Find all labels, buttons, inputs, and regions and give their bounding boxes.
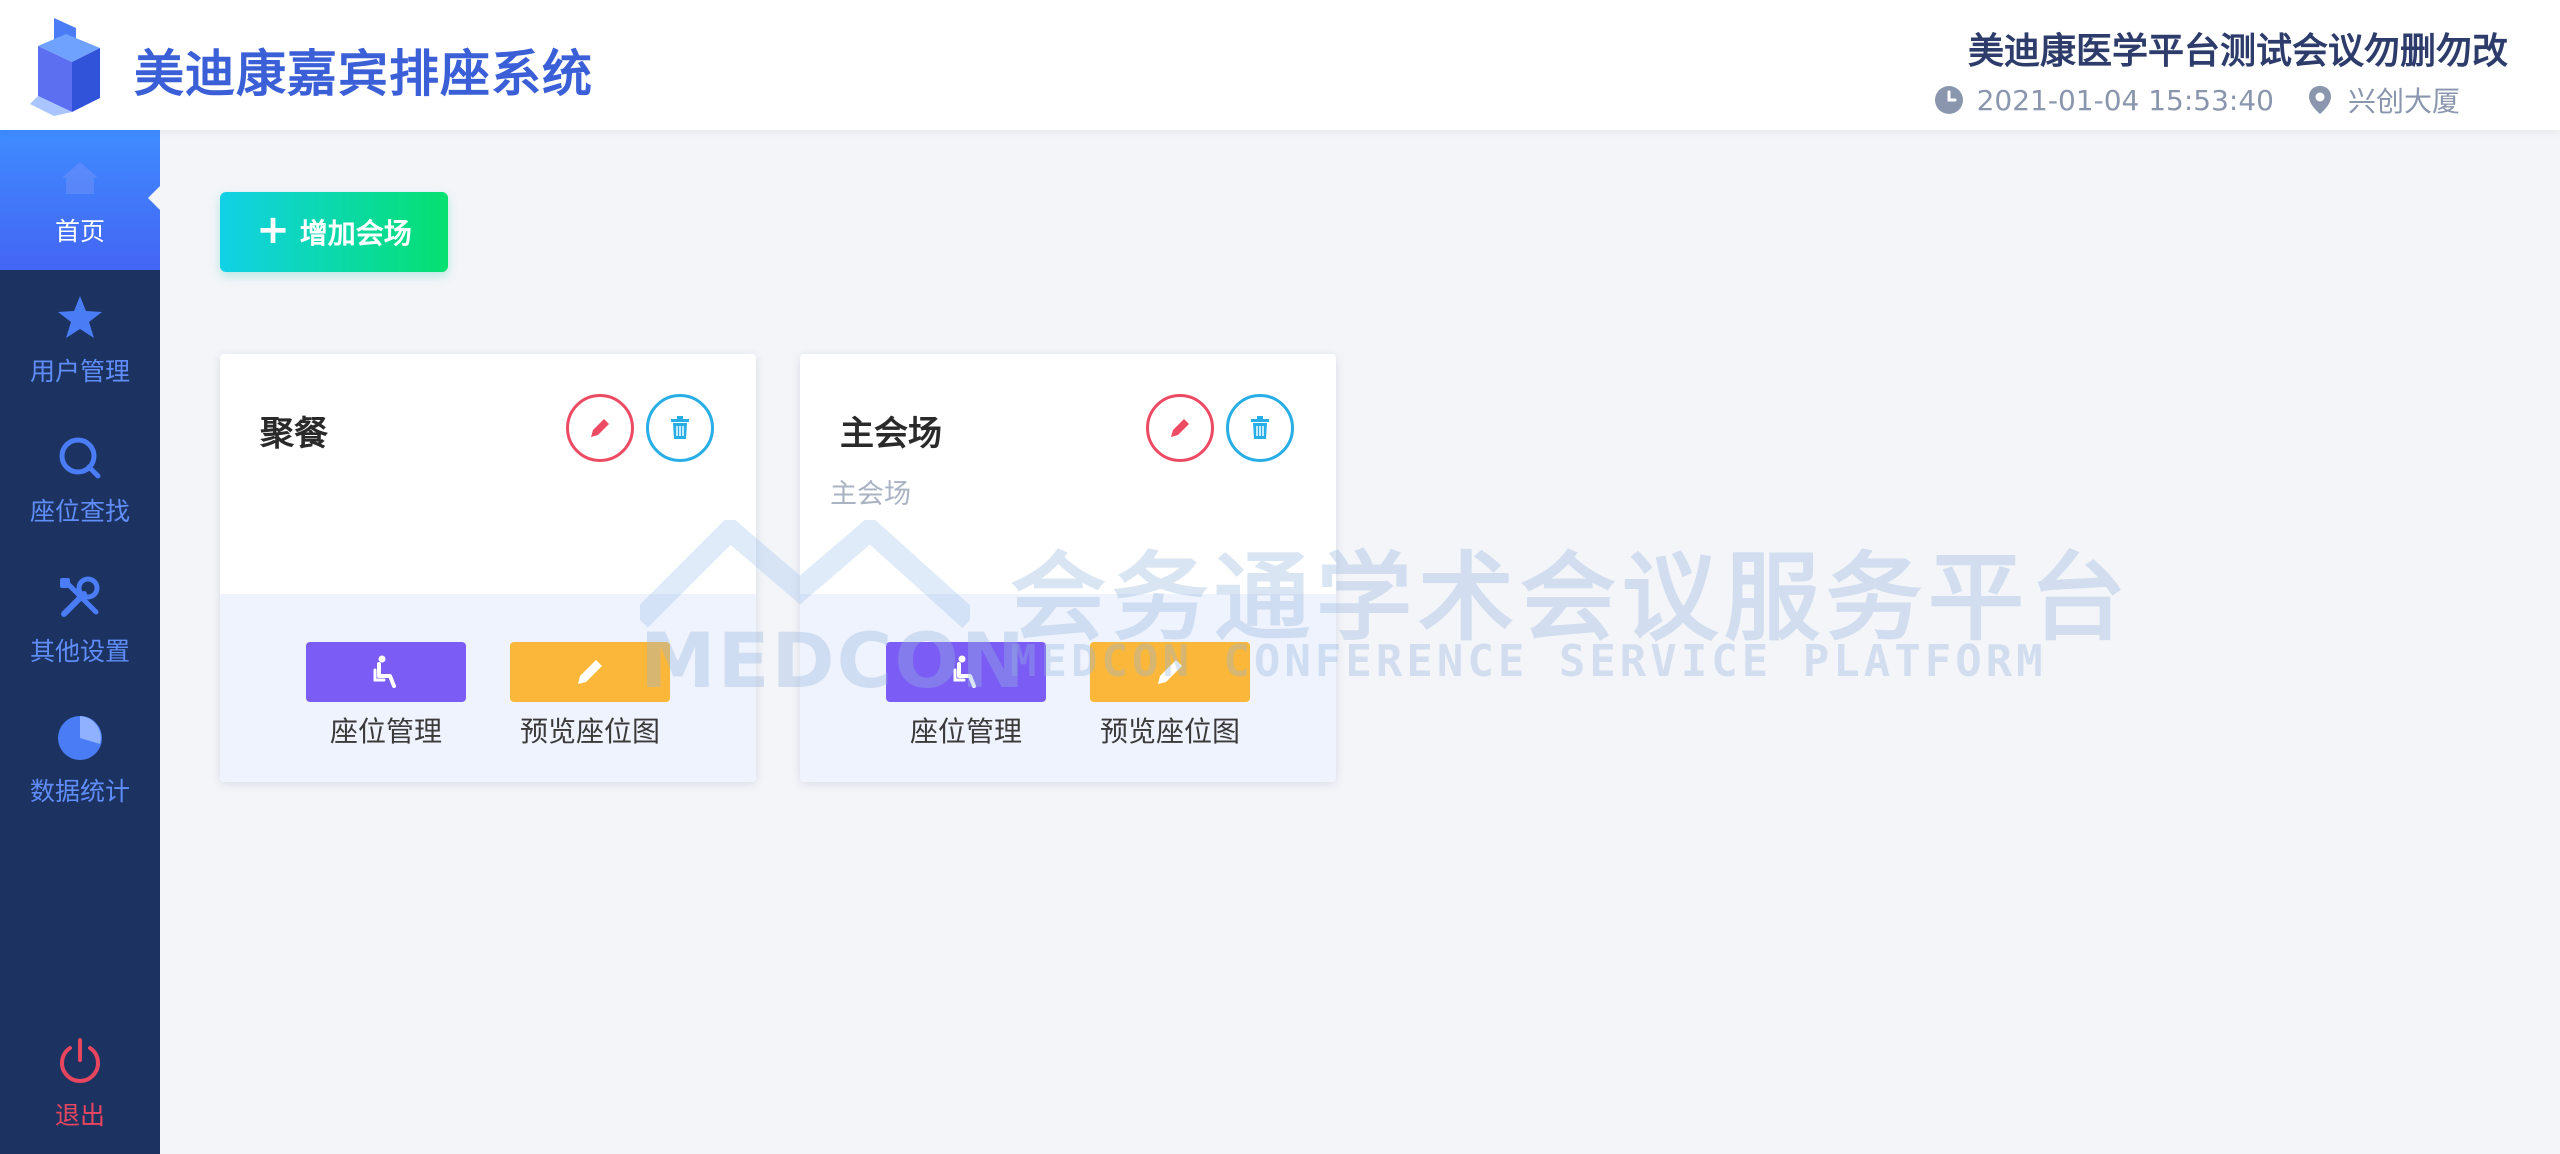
sidebar-item-home[interactable]: 首页: [0, 130, 160, 270]
pie-chart-icon: [58, 716, 102, 760]
seat-management-button[interactable]: [306, 642, 466, 702]
edit-venue-button[interactable]: [1146, 394, 1214, 462]
venue-name: 主会场: [840, 414, 942, 454]
preview-seat-map-action: 预览座位图: [1090, 642, 1250, 750]
preview-seat-map-label: 预览座位图: [519, 715, 660, 748]
location-pin-icon: [2308, 86, 2331, 114]
pencil-icon: [578, 660, 602, 684]
tools-icon: [60, 576, 100, 617]
sidebar-item-label: 座位查找: [29, 497, 130, 526]
venue-subtitle: 主会场: [830, 479, 911, 510]
sidebar-item-other-settings[interactable]: 其他设置: [0, 550, 160, 690]
add-venue-button[interactable]: + 增加会场: [220, 192, 448, 272]
trash-icon: [671, 416, 689, 439]
preview-seat-map-button[interactable]: [1090, 642, 1250, 702]
logo-cube-icon: [30, 18, 100, 116]
card-actions-area: [220, 594, 756, 782]
delete-venue-button[interactable]: [1226, 394, 1294, 462]
seat-management-action: 座位管理: [306, 642, 466, 750]
meeting-meta: 2021-01-04 15:53:40 兴创大厦: [1933, 80, 2460, 120]
home-icon: [62, 162, 98, 194]
meeting-title: 美迪康医学平台测试会议勿删勿改: [1967, 31, 2508, 72]
plus-icon: +: [256, 207, 290, 253]
location-display: 兴创大厦: [2304, 80, 2460, 120]
delete-venue-button[interactable]: [646, 394, 714, 462]
pencil-icon: [1171, 419, 1189, 437]
sidebar-item-label: 首页: [54, 217, 105, 246]
pencil-icon: [1158, 660, 1182, 684]
sidebar-item-label: 其他设置: [29, 637, 130, 666]
logout-button[interactable]: 退出: [0, 1014, 160, 1154]
sidebar-item-seat-search[interactable]: 座位查找: [0, 410, 160, 550]
venue-card: 主会场 主会场 座位管理 预览座位图: [800, 354, 1336, 782]
datetime-text: 2021-01-04 15:53:40: [1976, 83, 2274, 117]
clock-icon: [1934, 86, 1963, 114]
app-title: 美迪康嘉宾排座系统: [134, 45, 593, 103]
power-icon: [60, 1038, 100, 1083]
preview-seat-map-button[interactable]: [510, 642, 670, 702]
logout-label: 退出: [54, 1101, 105, 1130]
card-actions-area: [800, 594, 1336, 782]
seat-icon: [373, 655, 396, 688]
search-icon: [59, 437, 101, 479]
seat-management-label: 座位管理: [909, 715, 1022, 748]
add-venue-label: 增加会场: [299, 217, 412, 250]
star-icon: [58, 296, 102, 338]
seat-management-label: 座位管理: [329, 715, 442, 748]
venue-card: 聚餐 座位管理 预览座位图: [220, 354, 756, 782]
datetime-display: 2021-01-04 15:53:40: [1933, 84, 2274, 117]
sidebar-item-data-statistics[interactable]: 数据统计: [0, 690, 160, 830]
sidebar-item-label: 用户管理: [29, 357, 130, 386]
seat-management-button[interactable]: [886, 642, 1046, 702]
seat-icon: [953, 655, 976, 688]
edit-venue-button[interactable]: [566, 394, 634, 462]
venue-name: 聚餐: [260, 414, 328, 454]
sidebar: 首页 用户管理 座位查找 其他设置 数据统计 退出: [0, 130, 160, 1154]
preview-seat-map-action: 预览座位图: [510, 642, 670, 750]
preview-seat-map-label: 预览座位图: [1099, 715, 1240, 748]
trash-icon: [1251, 416, 1269, 439]
top-header: 美迪康嘉宾排座系统 美迪康医学平台测试会议勿删勿改 2021-01-04 15:…: [0, 0, 2560, 130]
sidebar-item-user-management[interactable]: 用户管理: [0, 270, 160, 410]
location-text: 兴创大厦: [2347, 85, 2460, 118]
pencil-icon: [591, 419, 609, 437]
sidebar-item-label: 数据统计: [29, 777, 130, 806]
seat-management-action: 座位管理: [886, 642, 1046, 750]
